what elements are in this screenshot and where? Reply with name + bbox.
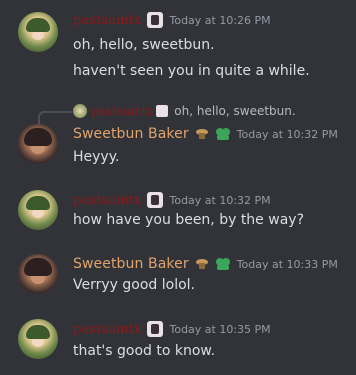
avatar[interactable] (18, 124, 58, 164)
leaf-icon (215, 258, 230, 270)
author-name[interactable]: Sweetbun Baker (73, 126, 189, 142)
profile-badge-icon (147, 12, 164, 28)
timestamp: Today at 10:32 PM (169, 193, 271, 207)
author-name[interactable]: Sweetbun Baker (73, 256, 189, 272)
leaf-icon (215, 128, 230, 140)
timestamp: Today at 10:32 PM (236, 127, 338, 141)
message-text: oh, hello, sweetbun. (73, 37, 215, 53)
reply-preview[interactable]: pastsaintx oh, hello, sweetbun. (73, 103, 296, 119)
avatar[interactable] (18, 319, 58, 359)
avatar[interactable] (18, 190, 58, 230)
reply-avatar (73, 104, 87, 118)
timestamp: Today at 10:35 PM (169, 322, 271, 336)
timestamp: Today at 10:26 PM (169, 13, 271, 27)
avatar[interactable] (18, 254, 58, 294)
author-name[interactable]: pastsaintx (73, 193, 141, 208)
message-text: how have you been, by the way? (73, 212, 304, 228)
message-header: Sweetbun Baker Today at 10:33 PM (73, 254, 338, 274)
timestamp: Today at 10:33 PM (236, 257, 338, 271)
profile-badge-icon (147, 192, 164, 208)
profile-badge-icon (147, 321, 164, 337)
message-text: Verryy good lolol. (73, 277, 195, 293)
message-text: Heyyy. (73, 149, 120, 165)
message-header: pastsaintx Today at 10:26 PM (73, 10, 271, 30)
message-header: pastsaintx Today at 10:35 PM (73, 319, 271, 339)
profile-badge-icon (156, 105, 169, 117)
message-text: haven't seen you in quite a while. (73, 63, 310, 79)
cake-icon (195, 129, 208, 139)
cake-icon (195, 259, 208, 269)
author-name[interactable]: pastsaintx (73, 13, 141, 28)
avatar[interactable] (18, 12, 58, 52)
author-name[interactable]: pastsaintx (73, 322, 141, 337)
message-header: Sweetbun Baker Today at 10:32 PM (73, 124, 338, 144)
reply-text: oh, hello, sweetbun. (174, 104, 296, 118)
message-text: that's good to know. (73, 343, 216, 359)
reply-author: pastsaintx (91, 104, 154, 118)
message-header: pastsaintx Today at 10:32 PM (73, 190, 271, 210)
